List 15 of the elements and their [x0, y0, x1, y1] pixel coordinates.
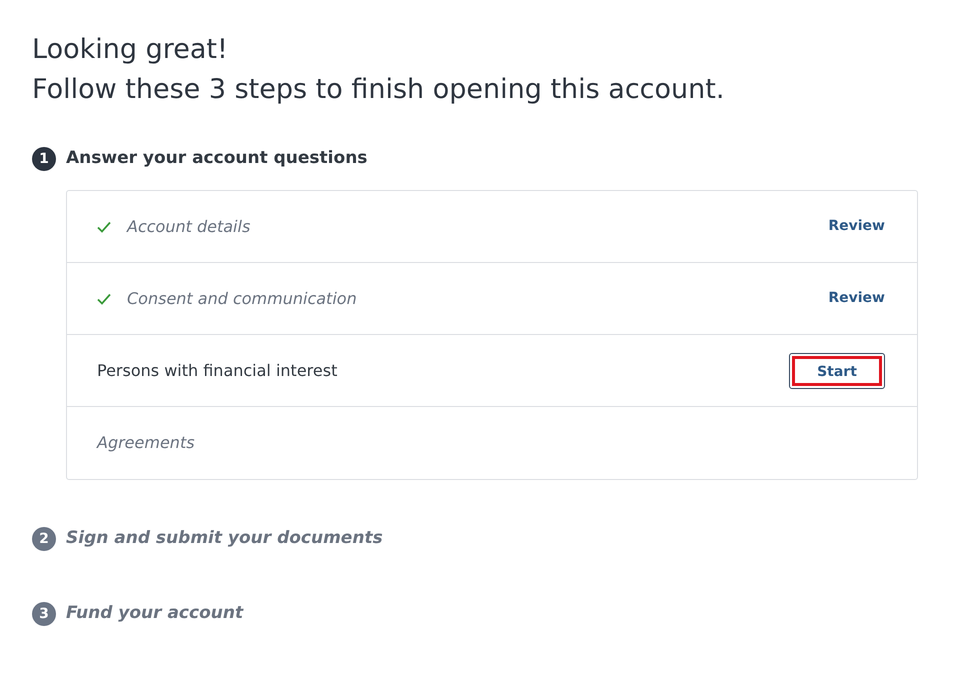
page-heading: Follow these 3 steps to finish opening this account.	[32, 73, 726, 107]
task-label: Agreements	[97, 432, 195, 454]
task-label: Account details	[127, 216, 250, 238]
step-title: Answer your account questions	[66, 147, 368, 170]
step-title: Fund your account	[66, 602, 244, 626]
step-title: Sign and submit your documents	[66, 527, 383, 550]
step-number: 3	[32, 602, 56, 626]
task-label: Persons with financial interest	[97, 360, 338, 382]
review-button[interactable]: Review	[828, 216, 885, 237]
step-number: 1	[32, 147, 56, 171]
review-button[interactable]: Review	[828, 288, 885, 309]
step-number: 2	[32, 527, 56, 551]
task-label: Consent and communication	[127, 288, 357, 310]
page-heading: Looking great!	[32, 33, 229, 67]
start-button[interactable]: Start	[789, 352, 885, 388]
